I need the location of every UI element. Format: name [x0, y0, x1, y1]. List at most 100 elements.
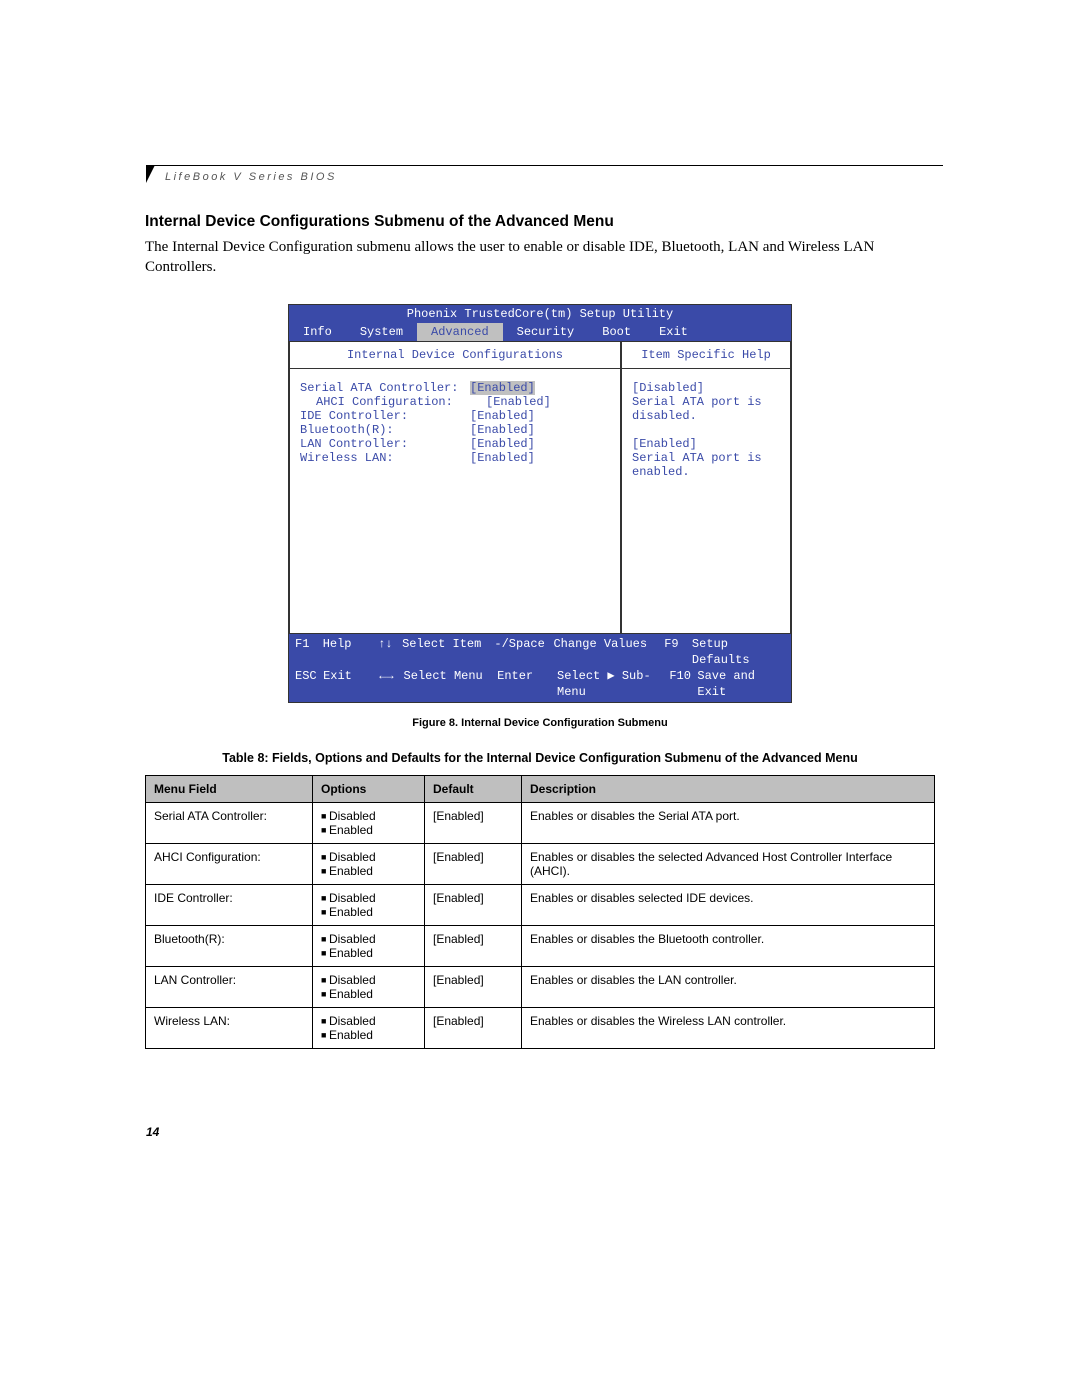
table-row: LAN Controller: DisabledEnabled [Enabled]E…	[146, 967, 935, 1008]
bios-setting-label: Bluetooth(R):	[300, 423, 470, 437]
fields-table: Menu Field Options Default Description S…	[145, 775, 935, 1049]
th-menu-field: Menu Field	[146, 776, 313, 803]
bios-tab-info[interactable]: Info	[289, 323, 346, 341]
table-caption: Table 8: Fields, Options and Defaults fo…	[145, 751, 935, 765]
bios-setting-row[interactable]: Bluetooth(R):[Enabled]	[300, 423, 610, 437]
option-item: Enabled	[321, 864, 416, 878]
cell-menu-field: AHCI Configuration:	[146, 844, 313, 885]
option-item: Enabled	[321, 823, 416, 837]
cell-description: Enables or disables the LAN controller.	[522, 967, 935, 1008]
bios-help-line	[632, 423, 780, 437]
bios-tab-bar: InfoSystemAdvancedSecurityBootExit	[289, 323, 791, 341]
bios-setting-label: LAN Controller:	[300, 437, 470, 451]
bios-setting-value[interactable]: [Enabled]	[470, 451, 535, 465]
bios-left-title: Internal Device Configurations	[290, 342, 620, 369]
th-options: Options	[313, 776, 425, 803]
table-row: Serial ATA Controller: DisabledEnabled [En…	[146, 803, 935, 844]
bios-tab-security[interactable]: Security	[503, 323, 589, 341]
key-f9-label: Setup Defaults	[692, 636, 785, 668]
cell-options: DisabledEnabled	[313, 844, 425, 885]
th-default: Default	[425, 776, 522, 803]
bios-setting-value[interactable]: [Enabled]	[470, 437, 535, 451]
table-header-row: Menu Field Options Default Description	[146, 776, 935, 803]
option-item: Disabled	[321, 973, 416, 987]
th-description: Description	[522, 776, 935, 803]
option-item: Enabled	[321, 905, 416, 919]
option-item: Disabled	[321, 1014, 416, 1028]
bios-setting-label: IDE Controller:	[300, 409, 470, 423]
key-f1: F1	[295, 636, 323, 668]
key-esc: ESC	[295, 668, 323, 700]
cell-default: [Enabled]	[425, 1008, 522, 1049]
key-esc-label: Exit	[323, 668, 379, 700]
table-row: Wireless LAN:DisabledEnabled[Enabled]Ena…	[146, 1008, 935, 1049]
option-item: Disabled	[321, 850, 416, 864]
page-header-rule	[146, 165, 943, 166]
key-enter: Enter	[497, 668, 557, 700]
cell-options: DisabledEnabled	[313, 885, 425, 926]
cell-default: [Enabled]	[425, 885, 522, 926]
table-row: Bluetooth(R):DisabledEnabled[Enabled]Ena…	[146, 926, 935, 967]
key-f1-label: Help	[323, 636, 378, 668]
key-leftright-label: Select Menu	[404, 668, 498, 700]
bios-setting-row[interactable]: Wireless LAN:[Enabled]	[300, 451, 610, 465]
bios-footer: F1 Help ↑↓ Select Item -/Space Change Va…	[289, 634, 791, 703]
option-item: Enabled	[321, 987, 416, 1001]
bios-help-line: [Disabled]	[632, 381, 780, 395]
bios-setting-value[interactable]: [Enabled]	[470, 423, 535, 437]
bios-window: Phoenix TrustedCore(tm) Setup Utility In…	[288, 304, 792, 704]
bios-setting-row[interactable]: LAN Controller:[Enabled]	[300, 437, 610, 451]
key-f10: F10	[669, 668, 697, 700]
section-title: Internal Device Configurations Submenu o…	[145, 213, 935, 231]
intro-paragraph: The Internal Device Configuration submen…	[145, 237, 935, 278]
key-enter-label: Select ▶ Sub-Menu	[557, 668, 669, 700]
cell-options: DisabledEnabled	[313, 926, 425, 967]
cell-description: Enables or disables the Serial ATA port.	[522, 803, 935, 844]
key-f9: F9	[664, 636, 692, 668]
cell-default: [Enabled]	[425, 844, 522, 885]
key-pm: -/Space	[494, 636, 553, 668]
bios-help-line: enabled.	[632, 465, 780, 479]
bios-setting-label: Wireless LAN:	[300, 451, 470, 465]
bios-setting-value[interactable]: [Enabled]	[470, 409, 535, 423]
bios-tab-boot[interactable]: Boot	[588, 323, 645, 341]
bios-setting-label: AHCI Configuration:	[300, 395, 486, 409]
bios-setting-value[interactable]: [Enabled]	[470, 381, 535, 395]
table-row: AHCI Configuration:DisabledEnabled[Enabl…	[146, 844, 935, 885]
key-f10-label: Save and Exit	[697, 668, 785, 700]
bios-setting-row[interactable]: AHCI Configuration:[Enabled]	[300, 395, 610, 409]
bios-tab-exit[interactable]: Exit	[645, 323, 702, 341]
option-item: Disabled	[321, 891, 416, 905]
bios-setting-label: Serial ATA Controller:	[300, 381, 470, 395]
page-number: 14	[146, 1125, 159, 1139]
bios-setting-row[interactable]: IDE Controller:[Enabled]	[300, 409, 610, 423]
key-leftright: ←→	[379, 668, 403, 700]
bios-help-line: [Enabled]	[632, 437, 780, 451]
cell-default: [Enabled]	[425, 803, 522, 844]
bios-setting-value[interactable]: [Enabled]	[486, 395, 551, 409]
cell-menu-field: Bluetooth(R):	[146, 926, 313, 967]
bios-help-line: Serial ATA port is	[632, 451, 780, 465]
cell-menu-field: IDE Controller:	[146, 885, 313, 926]
cell-default: [Enabled]	[425, 967, 522, 1008]
key-updown-label: Select Item	[402, 636, 494, 668]
bios-help-line: disabled.	[632, 409, 780, 423]
bios-title-bar: Phoenix TrustedCore(tm) Setup Utility	[289, 305, 791, 323]
option-item: Disabled	[321, 932, 416, 946]
cell-default: [Enabled]	[425, 926, 522, 967]
table-row: IDE Controller:DisabledEnabled[Enabled]E…	[146, 885, 935, 926]
cell-menu-field: Wireless LAN:	[146, 1008, 313, 1049]
corner-mark-icon	[146, 165, 155, 183]
cell-menu-field: LAN Controller:	[146, 967, 313, 1008]
cell-description: Enables or disables the Bluetooth contro…	[522, 926, 935, 967]
bios-setting-row[interactable]: Serial ATA Controller:[Enabled]	[300, 381, 610, 395]
bios-tab-advanced[interactable]: Advanced	[417, 323, 503, 341]
bios-help-line: Serial ATA port is	[632, 395, 780, 409]
option-item: Enabled	[321, 946, 416, 960]
option-item: Disabled	[321, 809, 416, 823]
cell-menu-field: Serial ATA Controller:	[146, 803, 313, 844]
bios-tab-system[interactable]: System	[346, 323, 417, 341]
key-pm-label: Change Values	[553, 636, 664, 668]
cell-description: Enables or disables selected IDE devices…	[522, 885, 935, 926]
figure-caption: Figure 8. Internal Device Configuration …	[145, 717, 935, 729]
